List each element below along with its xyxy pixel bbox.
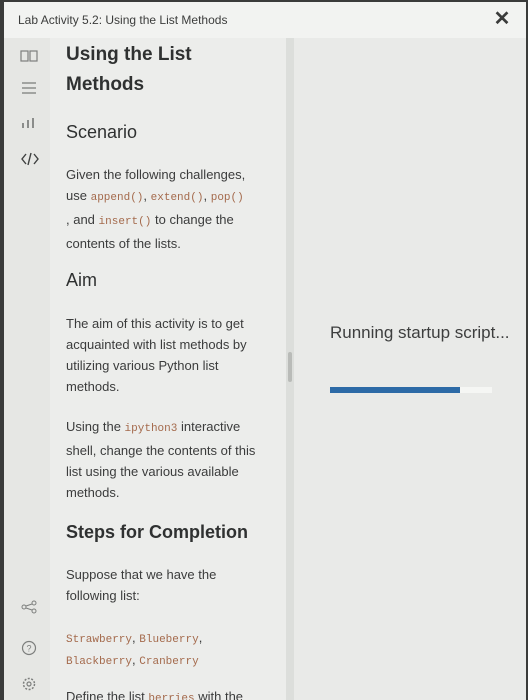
chart-icon[interactable] <box>20 116 38 134</box>
resize-handle[interactable] <box>288 352 292 382</box>
list-item: Strawberry <box>66 634 133 646</box>
code-insert: insert() <box>98 216 152 228</box>
using-text: Using the ipython3 interactive shell, ch… <box>66 416 266 503</box>
code-append: append() <box>90 192 144 204</box>
code-icon[interactable] <box>20 152 39 170</box>
scenario-line4: contents of the lists. <box>66 236 181 251</box>
scenario-text: Given the following challenges, use appe… <box>66 164 266 254</box>
code-berries: berries <box>148 693 195 700</box>
comma-5: , <box>132 652 136 667</box>
scenario-line1: Given the following challenges, <box>66 167 246 182</box>
help-icon[interactable]: ? <box>20 640 38 658</box>
comma-2: , <box>203 188 208 203</box>
terminal-panel: Running startup script... <box>294 38 526 700</box>
code-list: Strawberry, Blueberry, Blackberry, Cranb… <box>66 628 266 672</box>
comma-3: , <box>132 630 136 645</box>
book-icon[interactable] <box>20 49 38 67</box>
settings-icon[interactable] <box>20 676 38 694</box>
list-icon[interactable] <box>20 80 38 98</box>
page-title-line1: Using the List <box>66 44 192 65</box>
scenario-and: , and <box>66 212 95 227</box>
title-bar: Lab Activity 5.2: Using the List Methods… <box>4 2 526 39</box>
left-rail: ? <box>4 38 50 700</box>
comma-1: , <box>143 188 148 203</box>
scenario-change: to change the <box>154 212 234 227</box>
page-title-line2: Methods <box>66 74 145 95</box>
running-status: Running startup script... <box>330 323 510 342</box>
svg-text:?: ? <box>26 644 31 654</box>
app-window: Lab Activity 5.2: Using the List Methods… <box>4 2 526 700</box>
define-text: Define the list berries with the <box>66 686 266 700</box>
list-item: Blueberry <box>139 634 199 646</box>
code-pop: pop() <box>210 192 244 204</box>
progress-fill <box>330 387 460 393</box>
define-line-start: Define the list <box>66 689 145 700</box>
window-title: Lab Activity 5.2: Using the List Methods <box>18 13 228 27</box>
define-line-end: with the <box>198 689 244 700</box>
aim-heading: Aim <box>66 270 97 290</box>
instructions-panel: Using the List Methods Scenario Given th… <box>50 38 286 700</box>
scenario-heading: Scenario <box>66 122 138 142</box>
list-item: Cranberry <box>139 656 199 668</box>
code-ipython: ipython3 <box>124 423 178 435</box>
steps-heading: Steps for Completion <box>66 522 249 542</box>
scenario-use: use <box>66 188 87 203</box>
steps-text: Suppose that we have the following list: <box>66 567 217 603</box>
comma-4: , <box>198 630 203 645</box>
aim-text: The aim of this activity is to get acqua… <box>66 316 247 394</box>
close-icon[interactable]: ✕ <box>492 9 512 29</box>
using-line-start: Using the <box>66 419 121 434</box>
share-icon[interactable] <box>20 600 38 618</box>
list-item: Blackberry <box>66 656 133 668</box>
progress-bar <box>330 387 492 393</box>
code-extend: extend() <box>150 192 204 204</box>
